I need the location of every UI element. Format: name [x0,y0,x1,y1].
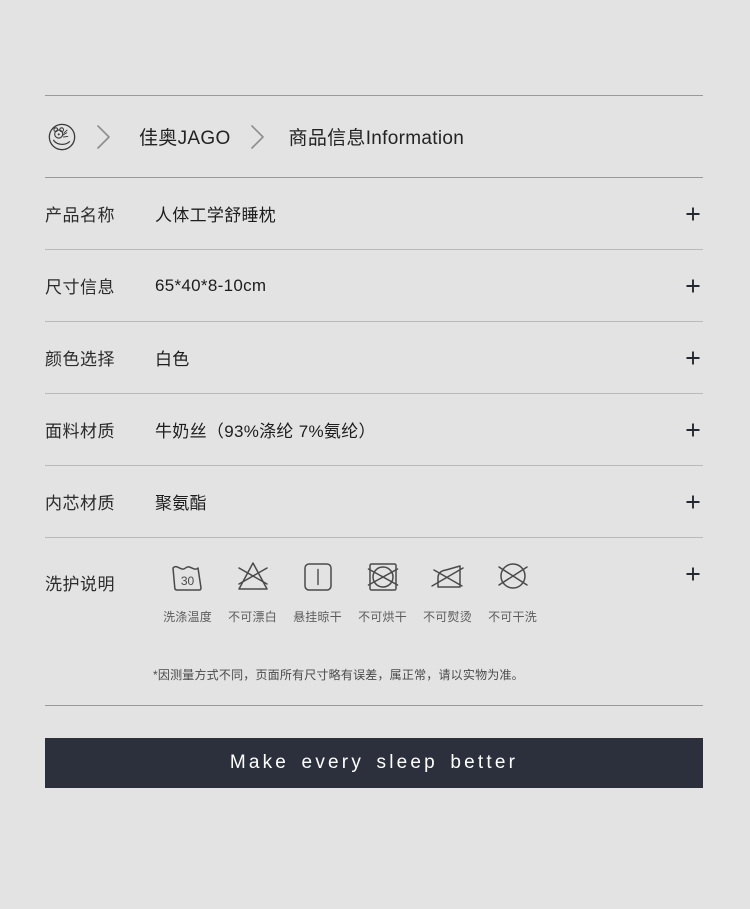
spec-value: 白色 [155,350,190,369]
bottom-divider-wrap [45,705,703,706]
care-item: 30 洗涤温度 [155,556,220,625]
care-icon-list: 30 洗涤温度 不可漂白 悬挂晾干 不可烘干 不可熨烫 不可干洗 [155,556,545,625]
chevron-right-icon [97,124,110,149]
spec-row-filling[interactable]: 内芯材质 聚氨酯 [45,466,703,537]
content-column: 佳奥JAGO 商品信息Information 产品名称 人体工学舒睡枕 尺寸信息… [45,0,703,788]
spec-value: 65*40*8-10cm [155,275,267,295]
line-dry-icon [303,563,332,591]
plus-icon[interactable] [685,494,701,510]
care-item: 不可烘干 [350,556,415,625]
care-caption: 不可熨烫 [423,610,472,624]
breadcrumb-brand[interactable]: 佳奥JAGO [139,123,231,150]
plus-icon[interactable] [685,206,701,222]
spec-row-color[interactable]: 颜色选择 白色 [45,322,703,393]
plus-icon[interactable] [685,566,701,582]
breadcrumb-section[interactable]: 商品信息Information [289,123,465,150]
spec-label: 产品名称 [45,206,115,225]
spec-label: 面料材质 [45,422,115,441]
spec-value: 聚氨酯 [155,494,207,513]
product-information-page: 佳奥JAGO 商品信息Information 产品名称 人体工学舒睡枕 尺寸信息… [0,0,750,909]
care-item: 不可漂白 [220,556,285,625]
care-item: 悬挂晾干 [285,556,350,625]
care-caption: 悬挂晾干 [293,610,342,624]
do-not-bleach-icon [237,562,268,590]
care-caption: 不可烘干 [358,610,407,624]
care-caption: 洗涤温度 [163,610,212,624]
chevron-right-icon [250,124,264,149]
wash-tub-30-icon: 30 [171,565,202,591]
spec-row-fabric[interactable]: 面料材质 牛奶丝（93%涤纶 7%氨纶） [45,394,703,465]
breadcrumb: 佳奥JAGO 商品信息Information [45,96,703,177]
care-caption: 不可漂白 [228,610,277,624]
spec-row-product-name[interactable]: 产品名称 人体工学舒睡枕 [45,178,703,249]
bottom-divider [45,705,703,706]
footer-slogan: Make every sleep better [229,752,519,773]
plus-icon[interactable] [685,278,701,294]
spec-label: 内芯材质 [45,494,115,513]
do-not-iron-icon [430,565,464,588]
care-item: 不可干洗 [480,556,545,625]
care-item: 不可熨烫 [415,556,480,625]
spec-label: 颜色选择 [45,350,115,369]
footer-slogan-banner: Make every sleep better [45,738,703,788]
spec-value: 人体工学舒睡枕 [155,206,277,225]
measurement-disclaimer: *因测量方式不同，页面所有尺寸略有误差，属正常，请以实物为准。 [153,668,524,682]
care-caption: 不可干洗 [488,610,537,624]
jago-brand-logo-icon [48,123,76,150]
care-label: 洗护说明 [45,575,115,594]
plus-icon[interactable] [685,350,701,366]
do-not-tumble-dry-icon [367,563,398,591]
do-not-dry-clean-icon [497,563,528,589]
wash-temperature-value: 30 [180,574,194,588]
care-instructions-row[interactable]: 洗护说明 30 洗涤温度 不可漂白 悬挂晾干 不可烘干 不可熨烫 不可干洗 [45,538,703,648]
spec-label: 尺寸信息 [45,278,115,297]
spec-value: 牛奶丝（93%涤纶 7%氨纶） [155,422,376,441]
spec-row-size[interactable]: 尺寸信息 65*40*8-10cm [45,250,703,321]
plus-icon[interactable] [685,422,701,438]
